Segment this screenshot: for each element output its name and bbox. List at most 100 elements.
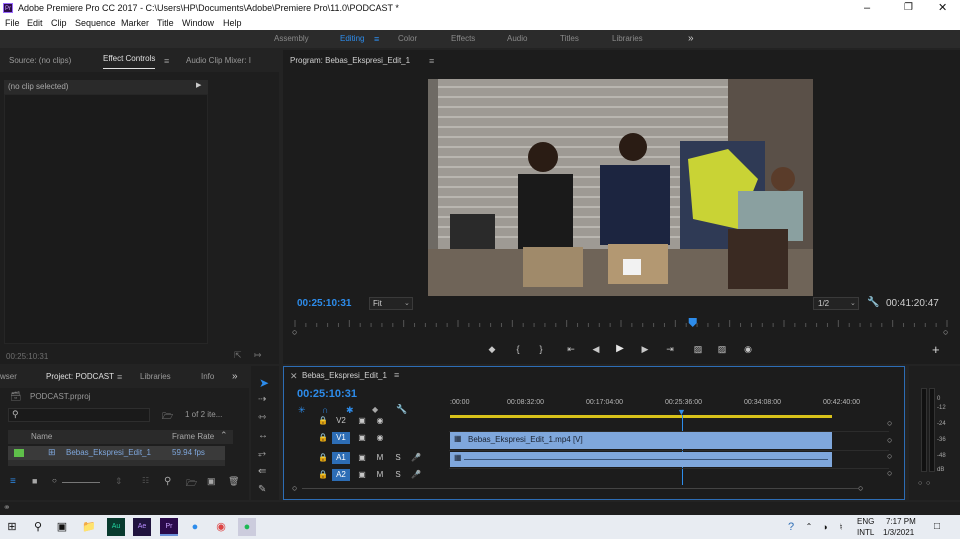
menu-window[interactable]: Window (182, 16, 214, 30)
tab-media-browser[interactable]: wser (0, 366, 17, 388)
export-frame-icon[interactable]: ◉ (741, 342, 755, 356)
sync-lock-icon[interactable]: ▣ (356, 469, 368, 481)
sort-icon[interactable]: ⇕ (115, 476, 123, 487)
lock-icon[interactable]: 🔒 (317, 452, 329, 464)
after-effects-icon[interactable]: Ae (133, 518, 151, 536)
timeline-horizontal-scrollbar[interactable] (302, 488, 858, 489)
tab-audio-clip-mixer[interactable]: Audio Clip Mixer: I (186, 50, 251, 72)
language-top[interactable]: ENG (857, 517, 874, 526)
tab-source[interactable]: Source: (no clips) (9, 50, 71, 72)
zoom-handle-left[interactable]: ○ (292, 483, 297, 493)
tab-effect-controls[interactable]: Effect Controls (103, 50, 156, 69)
slip-tool-icon[interactable]: ⇚ (258, 466, 266, 477)
col-name[interactable]: Name (31, 432, 52, 441)
minimize-button[interactable]: – (864, 0, 870, 16)
track-label-a2[interactable]: A2 (332, 469, 350, 481)
pen-tool-icon[interactable]: ✎ (258, 484, 266, 495)
list-view-icon[interactable]: ≡ (10, 476, 16, 487)
program-playhead-timecode[interactable]: 00:25:10:31 (297, 298, 351, 309)
tabs-overflow-icon[interactable]: » (232, 366, 238, 388)
vertical-zoom-handle[interactable]: ○ (887, 468, 892, 478)
ripple-edit-tool-icon[interactable]: ⇿ (258, 412, 266, 423)
expand-arrow-icon[interactable]: ▶ (196, 81, 201, 89)
sync-lock-icon[interactable]: ▣ (356, 432, 368, 444)
rate-stretch-tool-icon[interactable]: ↔ (258, 430, 268, 441)
automate-icon[interactable]: ☷ (142, 476, 149, 485)
tab-libraries[interactable]: Libraries (140, 366, 171, 388)
video-frame[interactable] (428, 79, 813, 296)
mark-out-icon[interactable]: } (534, 342, 548, 356)
vertical-zoom-handle[interactable]: ○ (887, 435, 892, 445)
tab-info[interactable]: Info (201, 366, 214, 388)
new-bin-icon[interactable]: 🗁 (186, 476, 197, 492)
vertical-zoom-handle[interactable]: ○ (887, 451, 892, 461)
notifications-icon[interactable]: □ (928, 518, 946, 536)
close-sequence-icon[interactable]: ✕ (290, 371, 298, 382)
menu-sequence[interactable]: Sequence (75, 16, 116, 30)
timeline-settings-icon[interactable]: 🔧 (396, 404, 407, 415)
step-forward-icon[interactable]: ▶ (638, 342, 652, 356)
lock-icon[interactable]: 🔒 (317, 415, 329, 427)
program-menu-icon[interactable]: ≡ (429, 50, 434, 72)
filter-icon[interactable]: ⇱ (234, 350, 242, 361)
menu-title[interactable]: Title (157, 16, 174, 30)
menu-file[interactable]: File (5, 16, 20, 30)
volume-icon[interactable]: ♮ (832, 518, 850, 536)
zoom-handle-right[interactable]: ○ (858, 483, 863, 493)
spotify-icon[interactable]: ● (238, 518, 256, 536)
resolution-dropdown[interactable]: 1/2 ⌄ (813, 297, 859, 310)
zoom-slider-track[interactable] (62, 482, 100, 483)
work-area-bar[interactable] (450, 415, 832, 418)
tab-project[interactable]: Project: PODCAST (46, 366, 114, 388)
solo-left-icon[interactable]: ○ (918, 480, 922, 487)
zoom-handle-right[interactable]: ○ (943, 327, 948, 337)
language-bottom[interactable]: INTL (857, 528, 874, 537)
play-icon[interactable]: ▶ (613, 342, 627, 356)
add-button-icon[interactable]: + (932, 342, 940, 357)
video-clip[interactable]: ▦ Bebas_Ekspresi_Edit_1.mp4 [V] (450, 432, 832, 449)
program-title[interactable]: Program: Bebas_Ekspresi_Edit_1 (290, 50, 410, 72)
workspace-effects[interactable]: Effects (451, 30, 475, 48)
workspace-libraries[interactable]: Libraries (612, 30, 643, 48)
solo-right-icon[interactable]: ○ (926, 480, 930, 487)
extract-icon[interactable]: ▨ (715, 342, 729, 356)
table-row[interactable]: ⊞ Bebas_Ekspresi_Edit_1 59.94 fps (8, 446, 225, 460)
sequence-menu-icon[interactable]: ≡ (394, 370, 399, 380)
project-menu-icon[interactable]: ≡ (117, 366, 122, 388)
clock-time[interactable]: 7:17 PM (886, 517, 916, 526)
track-label-a1[interactable]: A1 (332, 452, 350, 464)
program-scrubber[interactable] (291, 318, 951, 332)
zoom-slider-knob[interactable]: ○ (52, 476, 57, 485)
search-icon[interactable]: ⚲ (29, 518, 47, 536)
wrench-icon[interactable]: 🔧 (867, 297, 879, 308)
find-icon[interactable]: ⚲ (164, 476, 171, 487)
workspace-audio[interactable]: Audio (507, 30, 527, 48)
program-playhead[interactable] (688, 318, 697, 327)
workspace-titles[interactable]: Titles (560, 30, 579, 48)
maximize-button[interactable]: ❐ (904, 0, 913, 16)
track-label-v1[interactable]: V1 (332, 432, 350, 444)
vertical-zoom-handle[interactable]: ○ (887, 418, 892, 428)
eye-icon[interactable]: ◉ (374, 415, 386, 427)
zoom-app-icon[interactable]: ● (186, 518, 204, 536)
file-explorer-icon[interactable]: 📁 (80, 518, 98, 536)
razor-tool-icon[interactable]: ⥅ (258, 448, 266, 459)
sync-lock-icon[interactable]: ▣ (356, 452, 368, 464)
eye-icon[interactable]: ◉ (374, 432, 386, 444)
zoom-handle-left[interactable]: ○ (292, 327, 297, 337)
selection-tool-icon[interactable]: ➤ (259, 376, 269, 390)
add-marker-timeline-icon[interactable]: ◆ (372, 405, 378, 414)
sort-up-icon[interactable]: ⌃ (220, 430, 228, 441)
lock-icon[interactable]: 🔒 (317, 432, 329, 444)
timeline-ruler[interactable]: :00:00 00:08:32:00 00:17:04:00 00:25:36:… (449, 393, 889, 419)
mute-button[interactable]: M (374, 452, 386, 464)
go-to-out-icon[interactable]: ⇥ (663, 342, 677, 356)
go-to-in-icon[interactable]: ⇤ (564, 342, 578, 356)
solo-button[interactable]: S (392, 452, 404, 464)
track-label-v2[interactable]: V2 (332, 415, 350, 427)
project-scrollbar[interactable] (8, 460, 225, 466)
workspace-color[interactable]: Color (398, 30, 417, 48)
microphone-icon[interactable]: 🎤 (410, 452, 422, 464)
audition-icon[interactable]: Au (107, 518, 125, 536)
close-button[interactable]: ✕ (938, 0, 947, 16)
